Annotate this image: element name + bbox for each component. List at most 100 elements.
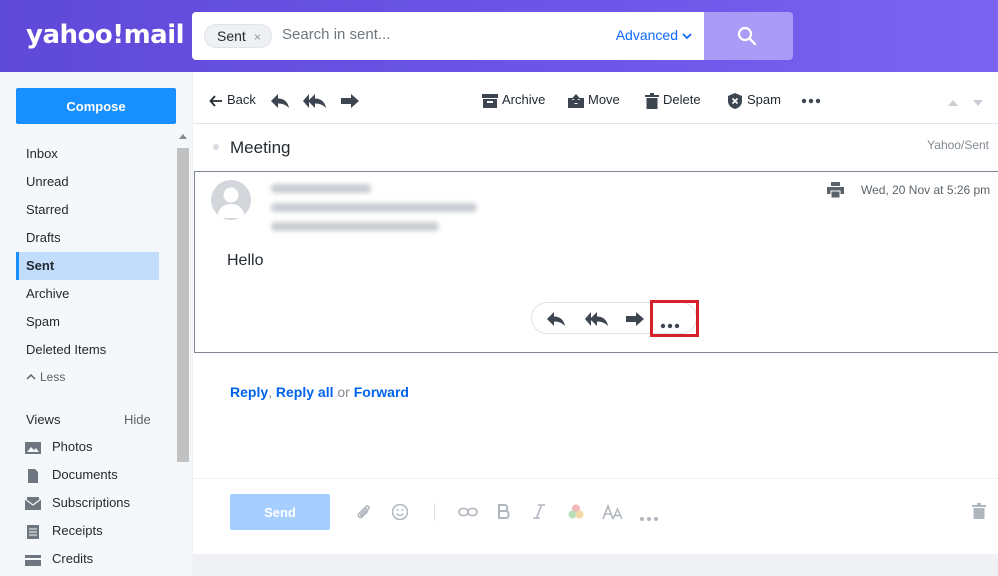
trash-icon [645, 92, 659, 109]
inline-forward-button[interactable] [625, 311, 645, 332]
credits-icon [25, 554, 41, 566]
reply-button[interactable] [270, 90, 290, 110]
bottom-background [193, 554, 998, 576]
unread-indicator [213, 144, 219, 150]
sidebar-view-receipts[interactable]: Receipts [24, 521, 103, 541]
search-scope-chip[interactable]: Sent × [204, 24, 272, 48]
inline-reply-button[interactable] [546, 311, 566, 332]
sidebar-item-deleted-items[interactable]: Deleted Items [16, 336, 159, 364]
chip-close-icon[interactable]: × [254, 30, 261, 44]
archive-button[interactable]: Archive [482, 90, 545, 110]
more-actions-button[interactable] [801, 90, 821, 110]
avatar [211, 180, 251, 220]
search-button[interactable] [704, 12, 793, 60]
forward-icon [626, 312, 644, 326]
delete-button[interactable]: Delete [645, 90, 701, 110]
italic-button[interactable] [532, 503, 546, 526]
advanced-label: Advanced [615, 27, 678, 43]
sidebar-item-sent[interactable]: Sent [16, 252, 159, 280]
or-separator: or [337, 384, 350, 400]
photos-icon [25, 441, 41, 454]
search-bar: Sent × Advanced [192, 12, 704, 60]
previous-message-button[interactable] [947, 94, 959, 112]
sidebar-view-photos[interactable]: Photos [24, 437, 92, 457]
reply-all-icon [585, 312, 608, 326]
sidebar-view-credits[interactable]: Credits [24, 549, 93, 569]
highlight-box [650, 300, 699, 337]
insert-link-button[interactable] [458, 503, 478, 526]
spam-label: Spam [747, 92, 781, 107]
sidebar-item-archive[interactable]: Archive [16, 280, 159, 308]
send-button[interactable]: Send [230, 494, 330, 530]
forward-link[interactable]: Forward [354, 384, 409, 400]
compose-button[interactable]: Compose [16, 88, 176, 124]
more-formatting-button[interactable] [639, 509, 659, 527]
view-label: Documents [52, 467, 118, 482]
compose-toolbar: Send [193, 478, 998, 554]
font-size-button[interactable] [602, 503, 624, 526]
sidebar: Compose Inbox Unread Starred Drafts Sent… [0, 72, 192, 576]
view-label: Photos [52, 439, 93, 454]
printer-icon [827, 182, 844, 199]
yahoo-mail-logo[interactable]: yahoo!mail [26, 20, 185, 50]
folder-path: Yahoo/Sent [927, 138, 989, 152]
font-size-icon [602, 503, 623, 520]
subscriptions-icon [24, 496, 42, 510]
receipts-icon [27, 524, 39, 539]
spam-button[interactable]: Spam [727, 90, 781, 110]
reply-icon [271, 93, 289, 108]
sidebar-scrollbar[interactable] [177, 134, 189, 464]
smiley-icon [391, 503, 409, 521]
comma-separator: , [268, 384, 273, 400]
shield-icon [728, 92, 742, 109]
scroll-up-arrow-icon[interactable] [179, 134, 187, 139]
app-header: yahoo!mail Sent × Advanced [0, 0, 998, 72]
message-view: Back Archive Move Delete Spam Meeting Ya… [193, 72, 998, 554]
message-toolbar: Back Archive Move Delete Spam [193, 72, 998, 124]
reply-all-button[interactable] [303, 90, 327, 110]
italic-icon [533, 504, 545, 519]
forward-button[interactable] [340, 90, 360, 110]
sender-name-redacted [271, 184, 371, 193]
reply-all-link[interactable]: Reply all [276, 384, 334, 400]
view-label: Subscriptions [52, 495, 131, 510]
sidebar-item-inbox[interactable]: Inbox [16, 140, 159, 168]
triangle-up-icon [948, 100, 958, 106]
emoji-button[interactable] [391, 503, 409, 526]
discard-draft-button[interactable] [972, 503, 986, 524]
less-label: Less [40, 370, 66, 384]
message-date: Wed, 20 Nov at 5:26 pm [861, 183, 991, 197]
person-icon [217, 187, 245, 218]
back-button[interactable]: Back [209, 90, 256, 110]
sidebar-item-spam[interactable]: Spam [16, 308, 159, 336]
next-message-button[interactable] [972, 94, 984, 112]
delete-label: Delete [663, 92, 701, 107]
search-scope-label: Sent [217, 28, 246, 44]
attach-button[interactable] [355, 503, 373, 526]
sidebar-view-documents[interactable]: Documents [24, 465, 118, 485]
move-button[interactable]: Move [568, 90, 620, 110]
search-input[interactable] [282, 26, 582, 43]
reply-link[interactable]: Reply [230, 384, 268, 400]
print-button[interactable] [827, 182, 844, 203]
more-horizontal-icon [640, 517, 658, 521]
text-color-button[interactable] [567, 503, 585, 526]
hide-views-link[interactable]: Hide [124, 412, 151, 427]
sidebar-item-unread[interactable]: Unread [16, 168, 159, 196]
color-palette-icon [568, 504, 584, 519]
less-toggle[interactable]: Less [26, 370, 65, 384]
message-subject: Meeting [230, 138, 291, 157]
move-icon [568, 93, 584, 108]
view-label: Receipts [52, 523, 103, 538]
views-heading: Views [26, 412, 61, 427]
scrollbar-thumb[interactable] [177, 148, 189, 462]
bold-button[interactable] [497, 503, 511, 526]
sidebar-item-starred[interactable]: Starred [16, 196, 159, 224]
sidebar-item-drafts[interactable]: Drafts [16, 224, 159, 252]
advanced-search-button[interactable]: Advanced [616, 27, 692, 43]
inline-reply-all-button[interactable] [585, 311, 609, 332]
sidebar-view-subscriptions[interactable]: Subscriptions [24, 493, 130, 513]
message-body: Hello [227, 252, 264, 269]
search-icon [737, 26, 757, 46]
sender-address-redacted [271, 203, 477, 212]
